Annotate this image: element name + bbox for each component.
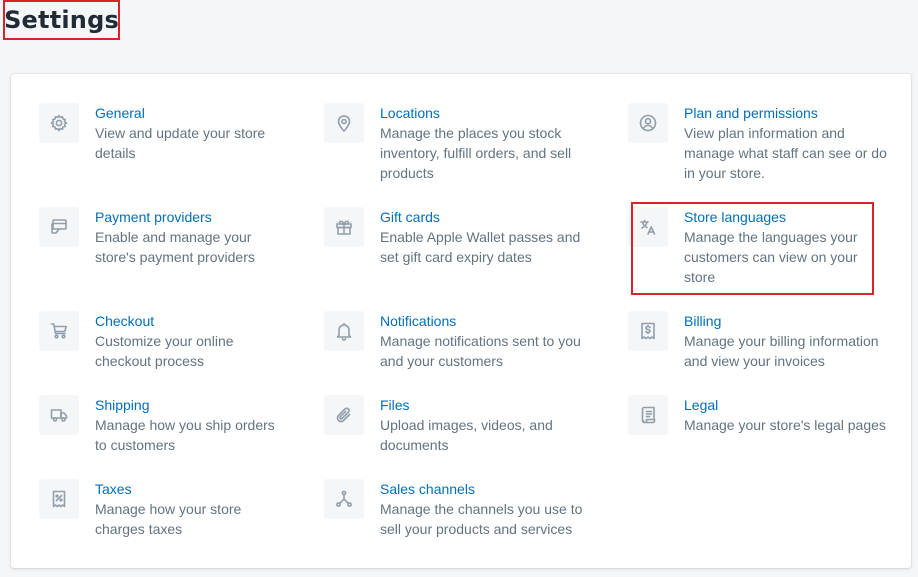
settings-item-title[interactable]: Store languages: [684, 207, 858, 227]
receipt-dollar-icon: [628, 311, 668, 351]
settings-item-locations[interactable]: Locations Manage the places you stock in…: [324, 103, 571, 183]
channels-icon: [324, 479, 364, 519]
paperclip-icon: [324, 395, 364, 435]
cart-icon: [39, 311, 79, 351]
gear-icon: [39, 103, 79, 143]
settings-item-desc: set gift card expiry dates: [380, 249, 532, 265]
settings-item-title[interactable]: Billing: [684, 311, 879, 331]
settings-item-taxes[interactable]: Taxes Manage how your store charges taxe…: [39, 479, 241, 539]
settings-item-title[interactable]: Taxes: [95, 479, 241, 499]
settings-item-desc: sell your products and services: [380, 521, 573, 537]
settings-item-title[interactable]: Notifications: [380, 311, 581, 331]
settings-item-desc: and view your invoices: [684, 353, 825, 369]
settings-item-desc: inventory, fulfill orders, and sell: [380, 145, 572, 161]
settings-item-desc: Manage your store's legal pages: [684, 417, 886, 433]
gift-icon: [324, 207, 364, 247]
settings-item-title[interactable]: Gift cards: [380, 207, 580, 227]
settings-item-title[interactable]: Checkout: [95, 311, 234, 331]
settings-item-desc: Manage how your store: [95, 501, 242, 517]
settings-item-general[interactable]: General View and update your store detai…: [39, 103, 265, 163]
settings-item-desc: Customize your online: [95, 333, 234, 349]
settings-item-desc: Manage the channels you use to: [380, 501, 583, 517]
settings-item-desc: to customers: [95, 437, 176, 453]
user-circle-icon: [628, 103, 668, 143]
settings-item-desc: details: [95, 145, 136, 161]
settings-item-checkout[interactable]: Checkout Customize your online checkout …: [39, 311, 234, 371]
settings-item-sales-channels[interactable]: Sales channels Manage the channels you u…: [324, 479, 582, 539]
settings-item-title[interactable]: Legal: [684, 395, 886, 415]
settings-item-desc: Enable and manage your: [95, 229, 252, 245]
page-title-frame: Settings: [3, 0, 120, 40]
settings-item-payment-providers[interactable]: Payment providers Enable and manage your…: [39, 207, 255, 267]
settings-item-billing[interactable]: Billing Manage your billing information …: [628, 311, 879, 371]
bell-icon: [324, 311, 364, 351]
settings-item-desc: products: [380, 165, 434, 181]
settings-item-desc: Manage the places you stock: [380, 125, 562, 141]
settings-item-shipping[interactable]: Shipping Manage how you ship orders to c…: [39, 395, 275, 455]
credit-card-icon: [39, 207, 79, 247]
settings-item-store-languages[interactable]: Store languages Manage the languages you…: [628, 207, 858, 287]
location-pin-icon: [324, 103, 364, 143]
legal-document-icon: [628, 395, 668, 435]
settings-item-desc: Manage notifications sent to you: [380, 333, 581, 349]
settings-item-title[interactable]: Plan and permissions: [684, 103, 887, 123]
settings-item-legal[interactable]: Legal Manage your store's legal pages: [628, 395, 886, 435]
settings-item-desc: store: [684, 269, 716, 285]
settings-item-desc: Enable Apple Wallet passes and: [380, 229, 581, 245]
settings-item-desc: documents: [380, 437, 449, 453]
settings-item-title[interactable]: Locations: [380, 103, 571, 123]
settings-item-desc: View and update your store: [95, 125, 266, 141]
settings-item-title[interactable]: Payment providers: [95, 207, 255, 227]
tax-receipt-icon: [39, 479, 79, 519]
settings-item-desc: manage what staff can see or do: [684, 145, 887, 161]
settings-item-desc: and your customers: [380, 353, 503, 369]
translate-icon: [628, 207, 668, 247]
settings-item-desc: Manage your billing information: [684, 333, 879, 349]
settings-item-desc: store's payment providers: [95, 249, 255, 265]
settings-item-notifications[interactable]: Notifications Manage notifications sent …: [324, 311, 581, 371]
settings-item-desc: charges taxes: [95, 521, 183, 537]
truck-icon: [39, 395, 79, 435]
settings-item-desc: in your store.: [684, 165, 765, 181]
settings-item-desc: checkout process: [95, 353, 204, 369]
settings-item-title[interactable]: Files: [380, 395, 553, 415]
settings-item-files[interactable]: Files Upload images, videos, and documen…: [324, 395, 553, 455]
page-title: Settings: [4, 6, 119, 34]
settings-item-title[interactable]: Shipping: [95, 395, 275, 415]
settings-item-gift-cards[interactable]: Gift cards Enable Apple Wallet passes an…: [324, 207, 580, 267]
settings-item-desc: Manage how you ship orders: [95, 417, 275, 433]
settings-item-plan-permissions[interactable]: Plan and permissions View plan informati…: [628, 103, 887, 183]
settings-item-desc: Upload images, videos, and: [380, 417, 553, 433]
settings-item-title[interactable]: General: [95, 103, 265, 123]
settings-item-desc: View plan information and: [684, 125, 845, 141]
settings-item-title[interactable]: Sales channels: [380, 479, 582, 499]
settings-item-desc: customers can view on your: [684, 249, 858, 265]
settings-item-desc: Manage the languages your: [684, 229, 858, 245]
